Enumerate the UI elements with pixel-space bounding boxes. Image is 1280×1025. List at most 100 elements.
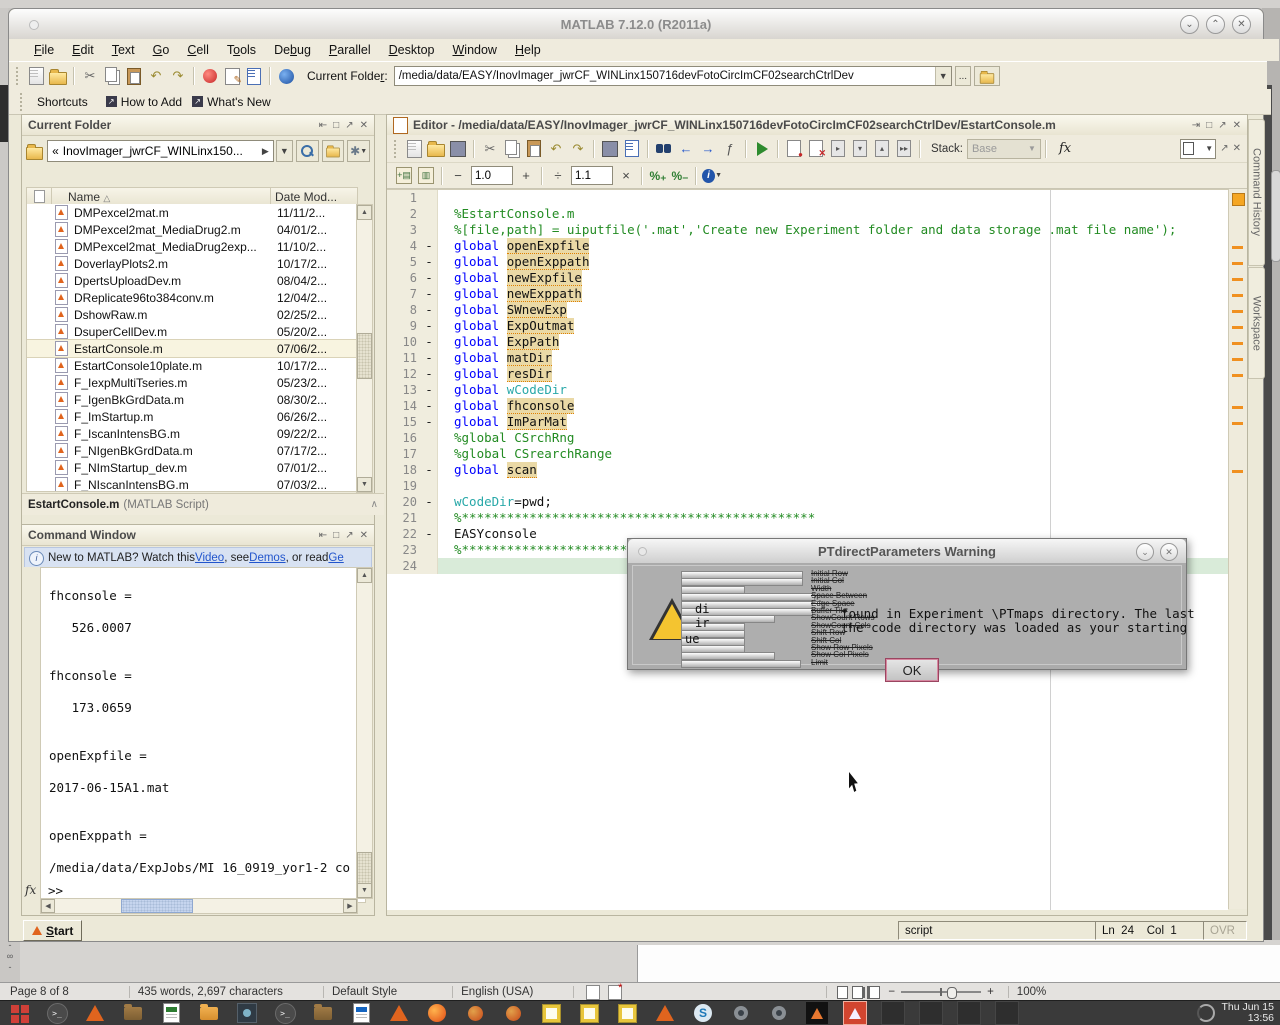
menu-help[interactable]: Help — [506, 41, 550, 59]
code-line[interactable]: 13-global wCodeDir — [387, 382, 1228, 398]
insert-cell-icon[interactable]: +▤ — [394, 166, 414, 186]
zoom-out-icon[interactable]: − — [888, 986, 895, 998]
paste-icon[interactable] — [124, 66, 144, 86]
current-folder-path-field[interactable]: /media/data/EASY/InovImager_jwrCF_WINLin… — [394, 66, 952, 86]
zoom-thumb[interactable] — [947, 987, 957, 999]
editor-header[interactable]: Editor - /media/data/EASY/InovImager_jwr… — [387, 115, 1247, 136]
taskbar-item-matlab-dark[interactable] — [798, 1001, 836, 1025]
analyzer-warning-indicator[interactable] — [1232, 193, 1245, 206]
start-button[interactable]: Start — [23, 920, 82, 941]
menu-cell[interactable]: Cell — [178, 41, 218, 59]
set-breakpoint-icon[interactable] — [784, 139, 804, 159]
file-row[interactable]: DoverlayPlots2.m10/17/2... — [27, 255, 357, 272]
file-row[interactable]: F_ImStartup.m06/26/2... — [27, 408, 357, 425]
code-line[interactable]: 19 — [387, 478, 1228, 494]
taskbar-item-camera-2[interactable] — [760, 1001, 798, 1025]
menu-desktop[interactable]: Desktop — [380, 41, 444, 59]
command-window-header[interactable]: Command Window ⇤ □ ↗ ✕ — [22, 525, 374, 546]
taskbar-item-matlab[interactable] — [76, 1001, 114, 1025]
taskbar-item-matlab-active[interactable] — [836, 1001, 874, 1025]
video-link[interactable]: Video — [195, 552, 224, 564]
file-row[interactable]: F_NImStartup_dev.m07/01/2... — [27, 459, 357, 476]
help-icon[interactable] — [276, 66, 296, 86]
taskbar-item-empty[interactable] — [874, 1001, 912, 1025]
shortcut-whats-new[interactable]: What's New — [207, 95, 271, 109]
taskbar-item-libreoffice-calc[interactable] — [152, 1001, 190, 1025]
writer-word-count[interactable]: 435 words, 2,697 characters — [138, 986, 283, 998]
function-hints-icon[interactable]: fx — [1059, 141, 1071, 156]
run-icon[interactable] — [752, 139, 772, 159]
divisor-field[interactable]: 1.1 — [571, 166, 613, 185]
code-line[interactable]: 21%*************************************… — [387, 510, 1228, 526]
code-line[interactable]: 9-global ExpOutmat — [387, 318, 1228, 334]
scrollbar-thumb[interactable] — [357, 333, 372, 379]
copy-icon[interactable] — [102, 66, 122, 86]
dialog-minimize-button[interactable]: ⌄ — [1136, 543, 1154, 561]
step-in-icon[interactable]: ▾ — [850, 139, 870, 159]
taskbar-item-skype[interactable]: S — [684, 1001, 722, 1025]
titlebar-menu-dot[interactable] — [29, 20, 39, 30]
file-row[interactable]: F_IgenBkGrdData.m08/30/2... — [27, 391, 357, 408]
undock-editor-icon[interactable]: ↗ — [1220, 143, 1228, 154]
decrease-value-button[interactable]: − — [448, 166, 468, 186]
taskbar-item-image-editor-2[interactable] — [570, 1001, 608, 1025]
menu-edit[interactable]: Edit — [63, 41, 103, 59]
toolbar-grip[interactable] — [394, 140, 400, 158]
save-icon[interactable] — [448, 139, 468, 159]
single-page-view-icon[interactable] — [837, 986, 848, 999]
taskbar-item-empty-3[interactable] — [950, 1001, 988, 1025]
code-line[interactable]: 12-global resDir — [387, 366, 1228, 382]
close-editor-icon[interactable]: ✕ — [1233, 143, 1241, 154]
multi-page-view-icon[interactable] — [852, 986, 863, 999]
taskbar-item-matlab-2[interactable] — [380, 1001, 418, 1025]
maximize-panel-icon[interactable]: □ — [333, 530, 339, 541]
file-row[interactable]: F_IscanIntensBG.m09/22/2... — [27, 425, 357, 442]
document-modified-icon[interactable] — [608, 985, 622, 1000]
analyzer-warning-tick[interactable] — [1232, 294, 1243, 297]
undo-icon[interactable]: ↶ — [146, 66, 166, 86]
code-line[interactable]: 11-global matDir — [387, 350, 1228, 366]
taskbar-item-empty-2[interactable] — [912, 1001, 950, 1025]
shortcut-how-to-add[interactable]: How to Add — [121, 95, 182, 109]
analyzer-warning-tick[interactable] — [1232, 326, 1243, 329]
scroll-right-icon[interactable]: ▶ — [343, 899, 357, 913]
cut-icon[interactable]: ✂ — [80, 66, 100, 86]
file-row[interactable]: DsuperCellDev.m05/20/2... — [27, 323, 357, 340]
analyzer-warning-tick[interactable] — [1232, 310, 1243, 313]
dock-icon[interactable]: ⇥ — [1192, 120, 1200, 131]
taskbar-item-libreoffice-writer[interactable] — [342, 1001, 380, 1025]
up-one-level-button[interactable] — [322, 140, 345, 162]
hscrollbar-thumb[interactable] — [121, 899, 193, 913]
file-row[interactable]: DshowRaw.m02/25/2... — [27, 306, 357, 323]
file-list-scrollbar[interactable]: ▲ ▼ — [356, 204, 373, 493]
breadcrumb[interactable]: « InovImager_jwrCF_WINLinx150... ▶ — [47, 140, 274, 162]
writer-page-style[interactable]: Default Style — [332, 986, 397, 998]
taskbar-item-matlab-3[interactable] — [646, 1001, 684, 1025]
uncomment-icon[interactable]: %₋ — [670, 166, 690, 186]
code-line[interactable]: 7-global newExppath — [387, 286, 1228, 302]
menu-text[interactable]: Text — [103, 41, 144, 59]
stack-select[interactable]: Base▼ — [967, 139, 1041, 159]
file-row[interactable]: DMPexcel2mat_MediaDrug2exp...11/10/2... — [27, 238, 357, 255]
getting-started-link[interactable]: Ge — [328, 552, 343, 564]
menu-debug[interactable]: Debug — [265, 41, 320, 59]
close-panel-icon[interactable]: ✕ — [360, 120, 368, 131]
scrollbar-thumb[interactable] — [357, 852, 372, 884]
cut-icon[interactable]: ✂ — [480, 139, 500, 159]
scroll-up-icon[interactable]: ▲ — [357, 205, 372, 220]
continue-icon[interactable]: ▸▸ — [894, 139, 914, 159]
analyzer-warning-tick[interactable] — [1232, 358, 1243, 361]
writer-page-count[interactable]: Page 8 of 8 — [10, 986, 69, 998]
increase-value-button[interactable]: + — [516, 166, 536, 186]
zoom-in-icon[interactable]: + — [987, 986, 994, 998]
dialog-menu-dot[interactable] — [638, 547, 647, 556]
compare-icon[interactable] — [622, 139, 642, 159]
command-prompt[interactable]: >> — [48, 883, 63, 898]
dialog-title-bar[interactable]: PTdirectParameters Warning ⌄ ✕ — [628, 539, 1186, 564]
taskbar-item-camera[interactable] — [722, 1001, 760, 1025]
analyzer-warning-tick[interactable] — [1232, 342, 1243, 345]
copy-icon[interactable] — [502, 139, 522, 159]
file-row[interactable]: F_IexpMultiTseries.m05/23/2... — [27, 374, 357, 391]
analyzer-warning-tick[interactable] — [1232, 374, 1243, 377]
undock-icon[interactable]: ↗ — [345, 120, 353, 131]
